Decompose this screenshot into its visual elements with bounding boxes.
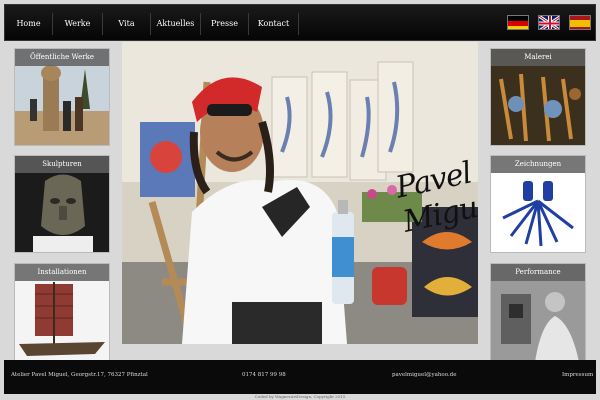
footer-address: Atelier Pavel Miguel, Georgstr.17, 76327…	[11, 372, 148, 378]
tile-performance[interactable]: Performance	[490, 263, 586, 361]
nav-vita[interactable]: Vita	[103, 12, 151, 35]
language-switcher	[507, 15, 591, 30]
main-nav: Home Werke Vita Aktuelles Presse Kontact	[5, 5, 299, 42]
tile-zeichnungen[interactable]: Zeichnungen	[490, 155, 586, 253]
footer-bar: Atelier Pavel Miguel, Georgstr.17, 76327…	[4, 360, 596, 394]
footer-email-link[interactable]: pavelmiguel@yahoo.de	[392, 372, 456, 378]
tile-caption: Performance	[491, 264, 585, 281]
tile-caption: Installationen	[15, 264, 109, 281]
german-flag-icon[interactable]	[507, 15, 529, 30]
footer-impressum-link[interactable]: Impressum	[562, 372, 593, 378]
nav-kontact[interactable]: Kontact	[249, 12, 299, 35]
tile-caption: Zeichnungen	[491, 156, 585, 173]
nav-werke[interactable]: Werke	[53, 12, 103, 35]
footer-credit: Coded by WagnerArtDesign, Copyright 2015	[254, 394, 346, 399]
tile-skulpturen[interactable]: Skulpturen	[14, 155, 110, 253]
footer-phone: 0174 817 99 98	[242, 372, 286, 378]
tile-caption: Malerei	[491, 49, 585, 66]
tile-oeffentliche-werke[interactable]: Öffentliche Werke	[14, 48, 110, 146]
nav-aktuelles[interactable]: Aktuelles	[151, 12, 201, 35]
tile-malerei[interactable]: Malerei	[490, 48, 586, 146]
hero-artist-photo: Pavel Miguel	[122, 42, 478, 344]
tile-installationen[interactable]: Installationen	[14, 263, 110, 361]
tile-caption: Öffentliche Werke	[15, 49, 109, 66]
top-navigation-bar: Home Werke Vita Aktuelles Presse Kontact	[4, 4, 596, 41]
uk-flag-icon[interactable]	[538, 15, 560, 30]
spanish-flag-icon[interactable]	[569, 15, 591, 30]
tile-caption: Skulpturen	[15, 156, 109, 173]
nav-home[interactable]: Home	[5, 12, 53, 35]
nav-presse[interactable]: Presse	[201, 12, 249, 35]
